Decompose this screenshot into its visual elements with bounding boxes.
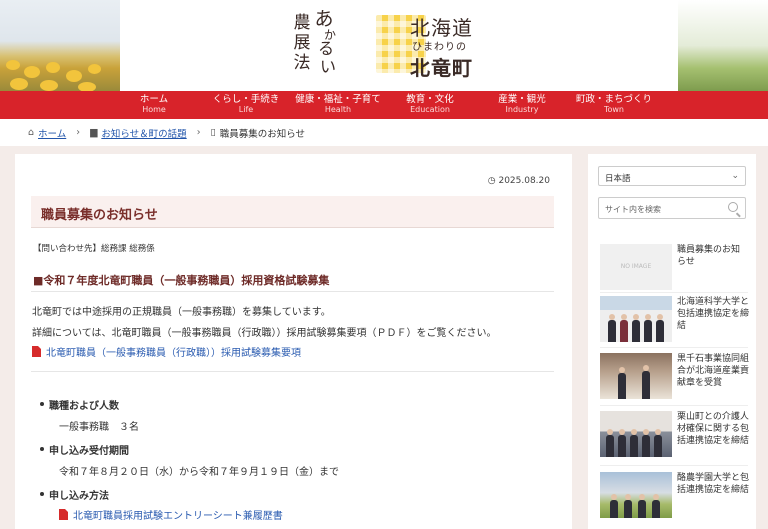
- section-heading: ■令和７年度北竜町職員（一般事務職員）採用資格試験募集: [31, 272, 554, 292]
- logo-char: 農: [293, 13, 311, 33]
- nav-sub-label: Home: [142, 105, 166, 114]
- nav-industry[interactable]: 産業・観光 Industry: [476, 91, 568, 119]
- logo-char: 法: [293, 53, 311, 73]
- post-thumbnail: [600, 353, 672, 399]
- post-thumbnail: [600, 296, 672, 342]
- nav-sub-label: Town: [603, 105, 625, 114]
- logo-char: い: [319, 57, 336, 76]
- language-value: 日本語: [605, 174, 631, 184]
- nav-label: ホーム: [139, 94, 169, 105]
- post-date-text: 2025.08.20: [498, 176, 550, 186]
- nav-sub-label: Industry: [505, 105, 539, 114]
- breadcrumb-category-link[interactable]: お知らせ＆町の話題: [101, 126, 186, 140]
- nav-label: 教育・文化: [406, 94, 454, 105]
- pdf-link-text: 北竜町職員採用試験エントリーシート兼履歴書: [73, 511, 283, 522]
- article-main: ◷ 2025.08.20 職員募集のお知らせ 【問い合わせ先】総務課 総務係 ■…: [15, 154, 572, 529]
- pdf-link-entry-sheet[interactable]: 北竜町職員採用試験エントリーシート兼履歴書: [59, 507, 283, 522]
- sidebar-post[interactable]: 栗山町との介護人材確保に関する包括連携協定を締結: [600, 411, 750, 463]
- post-title: 酪農学園大学と包括連携協定を締結: [677, 473, 750, 495]
- post-thumbnail: NO IMAGE: [600, 244, 672, 290]
- folder-icon: ▆: [90, 127, 98, 138]
- nav-label: 産業・観光: [498, 94, 546, 105]
- pdf-link-guidelines[interactable]: 北竜町職員（一般事務職員（行政職））採用試験募集要項: [32, 344, 301, 359]
- logo-hokuryu: 北竜町: [410, 56, 473, 80]
- divider: [31, 371, 554, 372]
- search-placeholder: サイト内を検索: [605, 205, 661, 214]
- language-select[interactable]: 日本語 ⌄: [598, 166, 746, 186]
- article-title-box: 職員募集のお知らせ: [31, 196, 554, 228]
- contact-info: 【問い合わせ先】総務課 総務係: [33, 244, 155, 254]
- clock-icon: ◷: [487, 176, 496, 186]
- breadcrumb: ⌂ ホーム › ▆ お知らせ＆町の話題 › ▯ 職員募集のお知らせ: [0, 119, 768, 146]
- post-thumbnail: [600, 472, 672, 518]
- sidebar-post[interactable]: 北海道科学大学と包括連携協定を締結: [600, 296, 750, 348]
- sidebar-post[interactable]: NO IMAGE 職員募集のお知らせ: [600, 244, 748, 296]
- logo-char: 展: [293, 33, 311, 53]
- search-icon[interactable]: [728, 202, 738, 212]
- sidebar-post[interactable]: 酪農学園大学と包括連携協定を締結: [600, 472, 750, 524]
- breadcrumb-home-link[interactable]: ホーム: [38, 126, 66, 140]
- chevron-right-icon: ›: [76, 127, 81, 138]
- nav-sub-label: Education: [410, 105, 450, 114]
- divider: [600, 465, 748, 466]
- document-icon: ▯: [210, 127, 216, 138]
- post-title: 北海道科学大学と包括連携協定を締結: [677, 297, 750, 331]
- post-title: 栗山町との介護人材確保に関する包括連携協定を締結: [677, 412, 750, 446]
- divider: [600, 292, 748, 293]
- post-thumbnail: [600, 411, 672, 457]
- sidebar: 日本語 ⌄ サイト内を検索 NO IMAGE 職員募集のお知らせ 北海道科学大学…: [588, 154, 756, 529]
- paragraph-details: 詳細については、北竜町職員（一般事務職員（行政職））採用試験募集要項（ＰＤＦ）を…: [32, 328, 497, 339]
- field-image: [678, 0, 768, 91]
- nav-label: くらし・手続き: [212, 94, 280, 105]
- nav-label: 町政・まちづくり: [575, 94, 652, 105]
- item-heading: 申し込み方法: [40, 487, 109, 502]
- paragraph-recruitment: 北竜町では中途採用の正規職員（一般事務職）を募集しています。: [32, 307, 331, 318]
- item-heading: 職種および人数: [40, 397, 119, 412]
- divider: [600, 405, 748, 406]
- site-search-input[interactable]: サイト内を検索: [598, 197, 746, 219]
- nav-sub-label: Health: [324, 105, 352, 114]
- nav-life[interactable]: くらし・手続き Life: [200, 91, 292, 119]
- nav-education[interactable]: 教育・文化 Education: [384, 91, 476, 119]
- nav-sub-label: Life: [238, 105, 254, 114]
- logo-char: る: [317, 39, 334, 58]
- breadcrumb-current: 職員募集のお知らせ: [219, 128, 306, 140]
- item-heading: 申し込み受付期間: [40, 442, 129, 457]
- article-title: 職員募集のお知らせ: [41, 208, 158, 223]
- site-logo[interactable]: 農 展 法 あ か る い 北海道 ひまわりの 北竜町: [292, 10, 492, 81]
- sunflower-field-image: [0, 0, 120, 91]
- post-title: 黒千石事業協同組合が北海道産業貢献章を受賞: [677, 354, 750, 388]
- post-date: ◷ 2025.08.20: [488, 176, 550, 186]
- global-nav: ホーム Home くらし・手続き Life 健康・福祉・子育て Health 教…: [0, 91, 768, 119]
- nav-home[interactable]: ホーム Home: [108, 91, 200, 119]
- logo-himawari: ひまわりの: [412, 42, 467, 53]
- item-value: 一般事務職 ３名: [59, 422, 139, 433]
- nav-label: 健康・福祉・子育て: [295, 94, 381, 105]
- logo-hokkaido: 北海道: [410, 16, 473, 40]
- chevron-right-icon: ›: [196, 127, 201, 138]
- post-title: 職員募集のお知らせ: [677, 245, 741, 267]
- chevron-down-icon: ⌄: [731, 171, 739, 181]
- pdf-link-text: 北竜町職員（一般事務職員（行政職））採用試験募集要項: [46, 348, 301, 359]
- item-value: 令和７年８月２０日（水）から令和７年９月１９日（金）まで: [59, 467, 339, 478]
- pdf-icon: [59, 509, 68, 520]
- pdf-icon: [32, 346, 41, 357]
- divider: [600, 347, 748, 348]
- nav-town[interactable]: 町政・まちづくり Town: [568, 91, 660, 119]
- home-icon: ⌂: [28, 127, 35, 138]
- nav-health[interactable]: 健康・福祉・子育て Health: [292, 91, 384, 119]
- site-header: 農 展 法 あ か る い 北海道 ひまわりの 北竜町: [0, 0, 768, 91]
- sidebar-post[interactable]: 黒千石事業協同組合が北海道産業貢献章を受賞: [600, 353, 750, 405]
